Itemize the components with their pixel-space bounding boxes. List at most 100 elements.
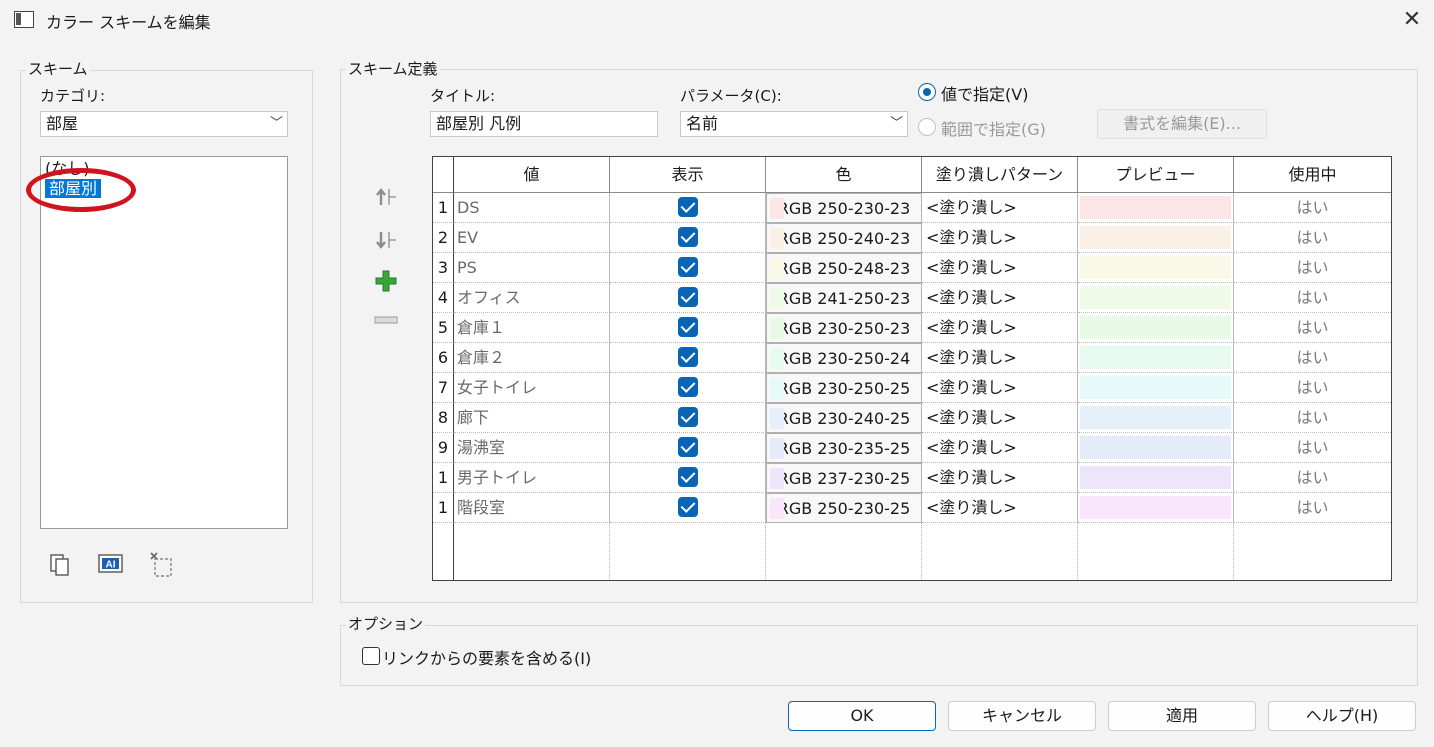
fill-pattern-cell[interactable]: <塗り潰し> [922, 373, 1078, 403]
visible-checkbox[interactable] [677, 497, 698, 517]
color-button[interactable]: RGB 230-250-25 [766, 373, 922, 403]
color-button[interactable]: RGB 230-235-25 [766, 433, 922, 463]
color-swatch [770, 408, 784, 429]
fill-pattern-cell[interactable]: <塗り潰し> [922, 193, 1078, 223]
color-value: RGB 250-230-25 [777, 499, 911, 518]
visible-checkbox[interactable] [677, 437, 698, 457]
visible-cell [610, 373, 766, 403]
apply-button[interactable]: 適用 [1108, 701, 1256, 731]
value-cell[interactable]: 廊下 [454, 403, 610, 433]
preview-swatch [1080, 286, 1231, 309]
visible-checkbox[interactable] [677, 317, 698, 337]
color-value: RGB 230-235-25 [777, 439, 911, 458]
visible-checkbox[interactable] [677, 197, 698, 217]
visible-cell [610, 493, 766, 523]
color-swatch [770, 438, 784, 459]
app-icon [14, 11, 34, 28]
color-value: RGB 250-230-23 [777, 199, 911, 218]
fill-pattern-cell[interactable]: <塗り潰し> [922, 433, 1078, 463]
visible-checkbox[interactable] [677, 347, 698, 367]
category-value: 部屋 [46, 114, 79, 133]
radio-by-range[interactable] [918, 118, 936, 136]
row-number: 7 [433, 373, 454, 403]
color-button[interactable]: RGB 241-250-23 [766, 283, 922, 313]
value-cell[interactable]: PS [454, 253, 610, 283]
category-dropdown[interactable]: 部屋 ﹀ [40, 111, 288, 137]
value-cell[interactable]: 女子トイレ [454, 373, 610, 403]
visible-checkbox[interactable] [677, 287, 698, 307]
color-swatch [770, 288, 784, 309]
delete-icon[interactable] [148, 550, 174, 578]
visible-cell [610, 403, 766, 433]
color-swatch [770, 228, 784, 249]
color-button[interactable]: RGB 230-250-23 [766, 313, 922, 343]
title-label: タイトル: [430, 87, 496, 105]
value-cell[interactable]: 倉庫１ [454, 313, 610, 343]
chevron-down-icon: ﹀ [889, 116, 903, 131]
row-number: 1 [433, 493, 454, 523]
help-button[interactable]: ヘルプ(H) [1268, 701, 1416, 731]
radio-by-value[interactable] [918, 83, 936, 101]
color-button[interactable]: RGB 250-240-23 [766, 223, 922, 253]
fill-pattern-cell[interactable]: <塗り潰し> [922, 283, 1078, 313]
preview-swatch [1080, 196, 1231, 219]
close-button[interactable]: ✕ [1396, 4, 1428, 36]
fill-pattern-cell[interactable]: <塗り潰し> [922, 313, 1078, 343]
fill-pattern-cell[interactable]: <塗り潰し> [922, 403, 1078, 433]
preview-swatch [1080, 256, 1231, 279]
color-button[interactable]: RGB 250-248-23 [766, 253, 922, 283]
value-cell[interactable]: EV [454, 223, 610, 253]
header-color[interactable]: 色 [766, 157, 922, 193]
visible-checkbox[interactable] [677, 377, 698, 397]
move-up-icon[interactable] [374, 185, 398, 214]
visible-checkbox[interactable] [677, 227, 698, 247]
cancel-button[interactable]: キャンセル [948, 701, 1096, 731]
visible-checkbox[interactable] [677, 407, 698, 427]
header-fill-pattern[interactable]: 塗り潰しパターン [922, 157, 1078, 193]
preview-cell [1078, 493, 1234, 523]
color-swatch [770, 198, 784, 219]
header-visible[interactable]: 表示 [610, 157, 766, 193]
header-preview[interactable]: プレビュー [1078, 157, 1234, 193]
color-button[interactable]: RGB 250-230-23 [766, 193, 922, 223]
scheme-group-label: スキーム [26, 60, 90, 78]
value-cell[interactable]: 階段室 [454, 493, 610, 523]
in-use-cell: はい [1234, 343, 1391, 373]
value-cell[interactable]: 男子トイレ [454, 463, 610, 493]
fill-pattern-cell[interactable]: <塗り潰し> [922, 223, 1078, 253]
edit-format-button[interactable]: 書式を編集(E)... [1097, 109, 1267, 139]
value-cell[interactable]: DS [454, 193, 610, 223]
fill-pattern-cell[interactable]: <塗り潰し> [922, 493, 1078, 523]
svg-text:AI: AI [106, 560, 116, 571]
fill-pattern-cell[interactable]: <塗り潰し> [922, 463, 1078, 493]
fill-pattern-cell[interactable]: <塗り潰し> [922, 343, 1078, 373]
include-links-checkbox[interactable] [362, 647, 380, 665]
remove-icon[interactable] [374, 312, 398, 332]
title-input[interactable]: 部屋別 凡例 [430, 111, 658, 137]
in-use-cell: はい [1234, 493, 1391, 523]
rename-icon[interactable]: AI [98, 552, 124, 576]
in-use-cell: はい [1234, 223, 1391, 253]
header-in-use[interactable]: 使用中 [1234, 157, 1391, 193]
header-value[interactable]: 値 [454, 157, 610, 193]
color-button[interactable]: RGB 230-240-25 [766, 403, 922, 433]
duplicate-icon[interactable] [48, 553, 72, 577]
visible-checkbox[interactable] [677, 467, 698, 487]
value-cell[interactable]: 倉庫２ [454, 343, 610, 373]
chevron-down-icon: ﹀ [269, 116, 283, 131]
move-down-icon[interactable] [374, 228, 398, 257]
fill-pattern-cell[interactable]: <塗り潰し> [922, 253, 1078, 283]
visible-cell [610, 463, 766, 493]
color-swatch [770, 258, 784, 279]
preview-swatch [1080, 436, 1231, 459]
color-value: RGB 230-250-25 [777, 379, 911, 398]
color-button[interactable]: RGB 230-250-24 [766, 343, 922, 373]
color-button[interactable]: RGB 250-230-25 [766, 493, 922, 523]
value-cell[interactable]: オフィス [454, 283, 610, 313]
add-icon[interactable] [374, 269, 398, 297]
visible-checkbox[interactable] [677, 257, 698, 277]
ok-button[interactable]: OK [788, 701, 936, 731]
value-cell[interactable]: 湯沸室 [454, 433, 610, 463]
parameter-dropdown[interactable]: 名前 ﹀ [680, 111, 908, 137]
color-button[interactable]: RGB 237-230-25 [766, 463, 922, 493]
